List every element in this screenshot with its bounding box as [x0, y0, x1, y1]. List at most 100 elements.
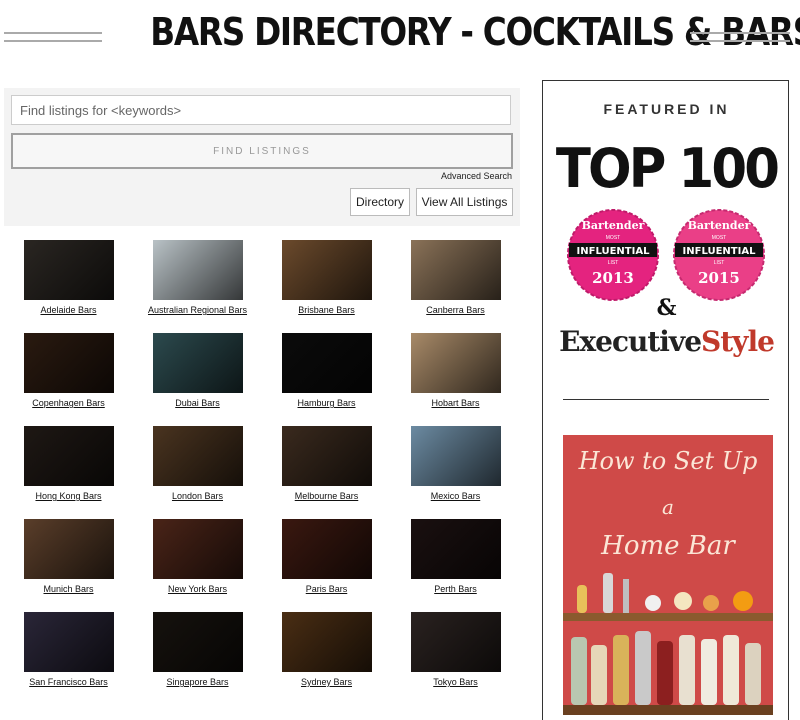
city-link[interactable]: Adelaide Bars	[4, 305, 133, 315]
bartender-badge-2013: Bartender MOST INFLUENTIAL LIST 2013	[567, 209, 659, 301]
city-thumbnail[interactable]	[23, 519, 114, 579]
city-thumbnail[interactable]	[152, 612, 243, 672]
city-thumbnail[interactable]	[23, 240, 114, 300]
city-thumbnail[interactable]	[281, 426, 372, 486]
city-link[interactable]: Singapore Bars	[133, 677, 262, 687]
badge-line2: INFLUENTIAL	[683, 246, 757, 257]
city-tile[interactable]: Australian Regional Bars	[133, 240, 262, 315]
advanced-search-link[interactable]: Advanced Search	[441, 171, 512, 181]
city-thumbnail[interactable]	[23, 426, 114, 486]
city-tile[interactable]: Singapore Bars	[133, 612, 262, 687]
city-link[interactable]: Mexico Bars	[391, 491, 520, 501]
badge-line3: LIST	[608, 260, 619, 266]
badge-year: 2013	[592, 269, 634, 287]
city-link[interactable]: Brisbane Bars	[262, 305, 391, 315]
city-link[interactable]: London Bars	[133, 491, 262, 501]
bartender-badge-2015: Bartender MOST INFLUENTIAL LIST 2015	[673, 209, 765, 301]
promo-line-3: Home Bar	[601, 531, 735, 561]
city-tile[interactable]: Brisbane Bars	[262, 240, 391, 315]
city-thumbnail[interactable]	[23, 333, 114, 393]
city-tile[interactable]: Hamburg Bars	[262, 333, 391, 408]
search-panel: FIND LISTINGS Advanced Search Directory …	[4, 88, 520, 226]
bar-shelf-illustration	[563, 573, 773, 715]
city-tile[interactable]: San Francisco Bars	[4, 612, 133, 687]
city-tile[interactable]: Paris Bars	[262, 519, 391, 594]
city-link[interactable]: New York Bars	[133, 584, 262, 594]
search-input[interactable]	[11, 95, 511, 125]
executive-style-logo: ExecutiveStyle	[543, 325, 790, 358]
page-header: BARS DIRECTORY - COCKTAILS & BARS	[0, 0, 800, 70]
city-link[interactable]: Melbourne Bars	[262, 491, 391, 501]
city-tile[interactable]: Canberra Bars	[391, 240, 520, 315]
city-thumbnail[interactable]	[410, 519, 501, 579]
glass-icon	[577, 585, 587, 613]
glass-icon	[674, 592, 692, 610]
lime-icon	[703, 595, 719, 611]
city-tile[interactable]: Munich Bars	[4, 519, 133, 594]
city-tile[interactable]: New York Bars	[133, 519, 262, 594]
glass-icon	[645, 595, 661, 611]
view-all-listings-button[interactable]: View All Listings	[416, 188, 513, 216]
city-link[interactable]: Munich Bars	[4, 584, 133, 594]
city-tile[interactable]: Hobart Bars	[391, 333, 520, 408]
top-100-logo: TOP 100	[555, 137, 780, 200]
city-tile[interactable]: Tokyo Bars	[391, 612, 520, 687]
badge-year: 2015	[698, 269, 740, 287]
home-bar-promo[interactable]: How to Set Up a Home Bar	[563, 435, 773, 715]
header-rule-right	[690, 32, 790, 42]
city-thumbnail[interactable]	[281, 612, 372, 672]
city-tile[interactable]: Dubai Bars	[133, 333, 262, 408]
city-link[interactable]: Paris Bars	[262, 584, 391, 594]
bottle-icon	[679, 635, 695, 705]
city-thumbnail[interactable]	[281, 519, 372, 579]
city-tile[interactable]: Hong Kong Bars	[4, 426, 133, 501]
ampersand: &	[656, 295, 677, 321]
city-thumbnail[interactable]	[152, 333, 243, 393]
featured-in-heading: FEATURED IN	[603, 101, 730, 117]
city-thumbnail[interactable]	[410, 426, 501, 486]
city-link[interactable]: Hamburg Bars	[262, 398, 391, 408]
directory-button[interactable]: Directory	[350, 188, 410, 216]
city-thumbnail[interactable]	[152, 426, 243, 486]
city-link[interactable]: Hobart Bars	[391, 398, 520, 408]
bottle-icon	[723, 635, 739, 705]
city-thumbnail[interactable]	[23, 612, 114, 672]
city-link[interactable]: Canberra Bars	[391, 305, 520, 315]
city-tile[interactable]: London Bars	[133, 426, 262, 501]
city-link[interactable]: Australian Regional Bars	[133, 305, 262, 315]
bottle-icon	[571, 637, 587, 705]
city-thumbnail[interactable]	[410, 612, 501, 672]
badge-brand: Bartender	[582, 219, 645, 232]
executive-style-logo-a: Executive	[559, 325, 702, 358]
bottle-icon	[591, 645, 607, 705]
city-thumbnail[interactable]	[410, 333, 501, 393]
city-tile[interactable]: Mexico Bars	[391, 426, 520, 501]
city-tile[interactable]: Melbourne Bars	[262, 426, 391, 501]
badge-brand: Bartender	[688, 219, 751, 232]
badge-line1: MOST	[606, 235, 620, 241]
orange-icon	[733, 591, 753, 611]
bottle-icon	[657, 641, 673, 705]
page-title: BARS DIRECTORY - COCKTAILS & BARS	[150, 10, 800, 54]
city-tile[interactable]: Perth Bars	[391, 519, 520, 594]
badge-line1: MOST	[712, 235, 726, 241]
city-tile[interactable]: Sydney Bars	[262, 612, 391, 687]
city-tile[interactable]: Adelaide Bars	[4, 240, 133, 315]
city-link[interactable]: Perth Bars	[391, 584, 520, 594]
bottle-icon	[745, 643, 761, 705]
city-thumbnail[interactable]	[281, 333, 372, 393]
featured-sidebar: FEATURED IN TOP 100 Bartender MOST INFLU…	[542, 80, 789, 720]
city-link[interactable]: San Francisco Bars	[4, 677, 133, 687]
city-link[interactable]: Tokyo Bars	[391, 677, 520, 687]
city-thumbnail[interactable]	[152, 519, 243, 579]
city-link[interactable]: Copenhagen Bars	[4, 398, 133, 408]
city-link[interactable]: Dubai Bars	[133, 398, 262, 408]
city-link[interactable]: Hong Kong Bars	[4, 491, 133, 501]
city-thumbnail[interactable]	[281, 240, 372, 300]
city-thumbnail[interactable]	[152, 240, 243, 300]
find-listings-button[interactable]: FIND LISTINGS	[11, 133, 513, 169]
city-tile[interactable]: Copenhagen Bars	[4, 333, 133, 408]
shelf-board	[563, 613, 773, 621]
city-thumbnail[interactable]	[410, 240, 501, 300]
city-link[interactable]: Sydney Bars	[262, 677, 391, 687]
